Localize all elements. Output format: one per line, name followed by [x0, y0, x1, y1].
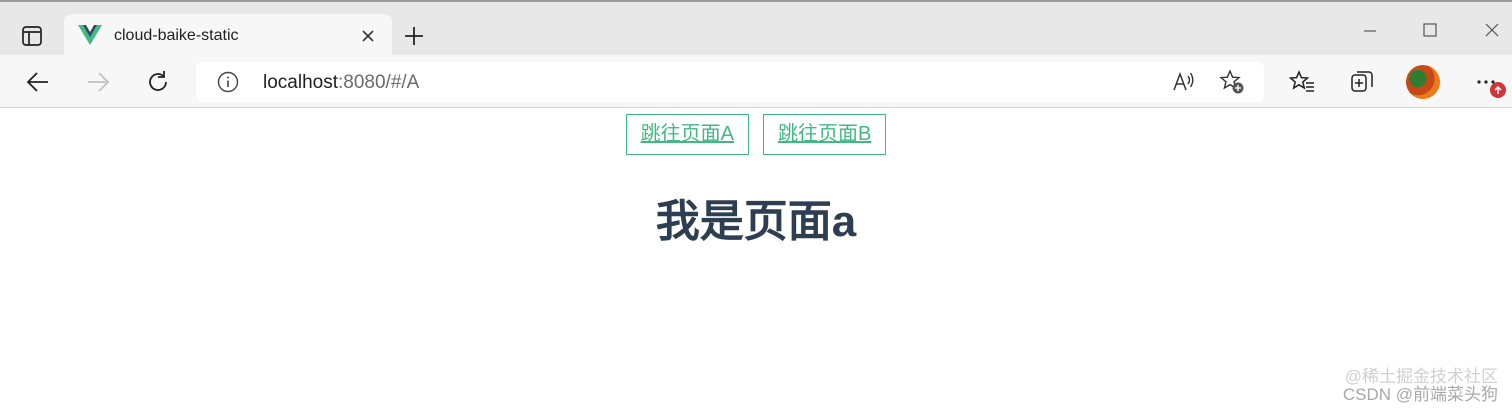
read-aloud-icon [1173, 71, 1194, 91]
site-info-button[interactable] [216, 70, 240, 94]
watermark: @稀土掘金技术社区 CSDN @前端菜头狗 [1343, 368, 1498, 404]
collections-icon [1351, 71, 1373, 92]
page-content: 跳往页面A 跳往页面B 我是页面a @稀土掘金技术社区 CSDN @前端菜头狗 [0, 109, 1512, 410]
forward-arrow-icon [88, 72, 110, 92]
profile-avatar[interactable] [1406, 65, 1440, 99]
favorites-button[interactable] [1286, 66, 1318, 98]
collections-button[interactable] [1346, 66, 1378, 98]
update-arrow-icon [1494, 85, 1502, 94]
url-host: localhost [263, 72, 338, 93]
browser-toolbar: localhost:8080/#/A [0, 55, 1512, 108]
refresh-button[interactable] [142, 66, 174, 98]
url-text[interactable]: localhost:8080/#/A [263, 72, 419, 94]
new-tab-button[interactable] [400, 22, 428, 50]
close-window-button[interactable] [1478, 16, 1506, 44]
url-path: :8080/#/A [338, 72, 420, 93]
maximize-button[interactable] [1416, 16, 1444, 44]
minimize-icon [1364, 30, 1376, 32]
back-arrow-icon [26, 72, 48, 92]
tab-close-button[interactable] [356, 24, 380, 48]
forward-button[interactable] [82, 66, 114, 98]
minimize-button[interactable] [1356, 16, 1384, 44]
add-favorite-button[interactable] [1218, 68, 1246, 96]
link-page-a[interactable]: 跳往页面A [625, 114, 749, 155]
add-favorite-icon [1219, 69, 1244, 94]
router-links: 跳往页面A 跳往页面B [0, 114, 1512, 155]
link-page-b[interactable]: 跳往页面B [763, 114, 887, 155]
address-bar[interactable]: localhost:8080/#/A [196, 62, 1264, 102]
tab-title: cloud-baike-static [114, 27, 239, 44]
tab-actions-icon [22, 26, 42, 46]
tab-strip: cloud-baike-static [0, 2, 1512, 58]
vue-logo-icon [78, 25, 102, 45]
favorites-icon [1289, 70, 1314, 92]
close-window-icon [1485, 23, 1499, 37]
page-heading: 我是页面a [655, 197, 857, 246]
back-button[interactable] [22, 66, 54, 98]
watermark-line-2: CSDN @前端菜头狗 [1342, 385, 1498, 404]
active-tab[interactable]: cloud-baike-static [64, 14, 392, 58]
close-icon [362, 30, 374, 42]
refresh-icon [149, 71, 167, 91]
tab-actions-button[interactable] [18, 22, 46, 50]
read-aloud-button[interactable] [1170, 68, 1198, 96]
plus-icon [405, 27, 423, 45]
info-icon [217, 71, 239, 93]
watermark-line-1: @稀土掘金技术社区 [1344, 367, 1498, 386]
maximize-icon [1423, 23, 1437, 37]
update-badge [1490, 82, 1506, 98]
